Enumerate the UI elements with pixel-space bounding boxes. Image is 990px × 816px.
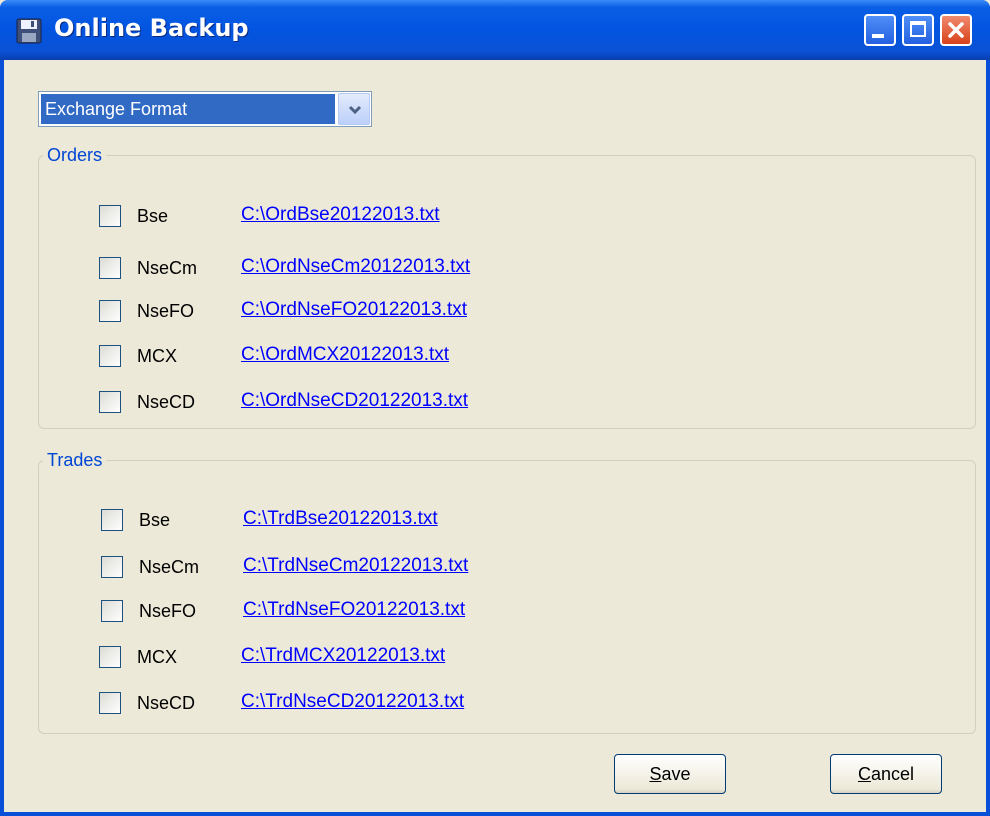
orders-mcx-file-link[interactable]: C:\OrdMCX20122013.txt <box>241 342 449 368</box>
cancel-button[interactable]: Cancel <box>830 754 942 794</box>
trades-mcx-label: MCX <box>137 647 177 667</box>
maximize-button[interactable] <box>902 14 934 46</box>
dropdown-arrow-button[interactable] <box>338 93 370 125</box>
close-icon <box>948 22 964 38</box>
trades-nsecm-checkbox[interactable] <box>101 556 123 578</box>
trades-group-title: Trades <box>43 448 107 472</box>
trades-nsefo-label: NseFO <box>139 601 197 621</box>
trades-mcx-file-link[interactable]: C:\TrdMCX20122013.txt <box>241 643 445 669</box>
chevron-down-icon <box>348 105 362 115</box>
orders-mcx-checkbox[interactable] <box>99 345 121 367</box>
save-button[interactable]: Save <box>614 754 726 794</box>
orders-bse-checkbox[interactable] <box>99 205 121 227</box>
orders-nsecm-checkbox[interactable] <box>99 257 121 279</box>
trades-nsefo-file-link[interactable]: C:\TrdNseFO20122013.txt <box>243 597 465 623</box>
trades-bse-file-link[interactable]: C:\TrdBse20122013.txt <box>243 506 438 532</box>
minimize-button[interactable] <box>864 14 896 46</box>
floppy-disk-icon <box>16 18 42 44</box>
trades-bse-label: Bse <box>139 510 171 530</box>
orders-nsefo-file-link[interactable]: C:\OrdNseFO20122013.txt <box>241 297 467 323</box>
orders-bse-file-link[interactable]: C:\OrdBse20122013.txt <box>241 202 440 228</box>
trades-nsecd-checkbox[interactable] <box>99 692 121 714</box>
trades-group: Trades Bse C:\TrdBse20122013.txt NseCm C… <box>38 448 976 734</box>
orders-nsecd-label: NseCD <box>137 392 196 412</box>
cancel-button-mnemonic: C <box>857 763 871 784</box>
orders-nsefo-label: NseFO <box>137 301 195 321</box>
orders-bse-label: Bse <box>137 206 169 226</box>
trades-mcx-checkbox[interactable] <box>99 646 121 668</box>
orders-nsecm-label: NseCm <box>137 258 198 278</box>
orders-nsecd-checkbox[interactable] <box>99 391 121 413</box>
trades-nsecm-file-link[interactable]: C:\TrdNseCm20122013.txt <box>243 553 468 579</box>
trades-nsefo-checkbox[interactable] <box>101 600 123 622</box>
orders-nsecm-file-link[interactable]: C:\OrdNseCm20122013.txt <box>241 254 470 280</box>
orders-nsefo-checkbox[interactable] <box>99 300 121 322</box>
orders-group-title: Orders <box>43 143 107 167</box>
save-button-mnemonic: S <box>649 763 662 784</box>
window-title: Online Backup <box>54 14 249 42</box>
minimize-icon <box>872 34 884 38</box>
maximize-icon <box>910 21 926 37</box>
trades-nsecd-label: NseCD <box>137 693 196 713</box>
trades-bse-checkbox[interactable] <box>101 509 123 531</box>
format-dropdown[interactable]: Exchange Format <box>38 91 372 127</box>
save-button-label: ave <box>661 763 691 784</box>
orders-group: Orders Bse C:\OrdBse20122013.txt NseCm C… <box>38 143 976 429</box>
trades-nsecd-file-link[interactable]: C:\TrdNseCD20122013.txt <box>241 689 464 715</box>
title-bar[interactable]: Online Backup <box>0 0 990 60</box>
online-backup-window: Online Backup Exchange Format Orders Bse… <box>0 0 990 816</box>
format-dropdown-value: Exchange Format <box>41 94 335 124</box>
close-button[interactable] <box>940 14 972 46</box>
orders-nsecd-file-link[interactable]: C:\OrdNseCD20122013.txt <box>241 388 468 414</box>
orders-mcx-label: MCX <box>137 346 177 366</box>
trades-nsecm-label: NseCm <box>139 557 200 577</box>
cancel-button-label: ancel <box>870 763 915 784</box>
